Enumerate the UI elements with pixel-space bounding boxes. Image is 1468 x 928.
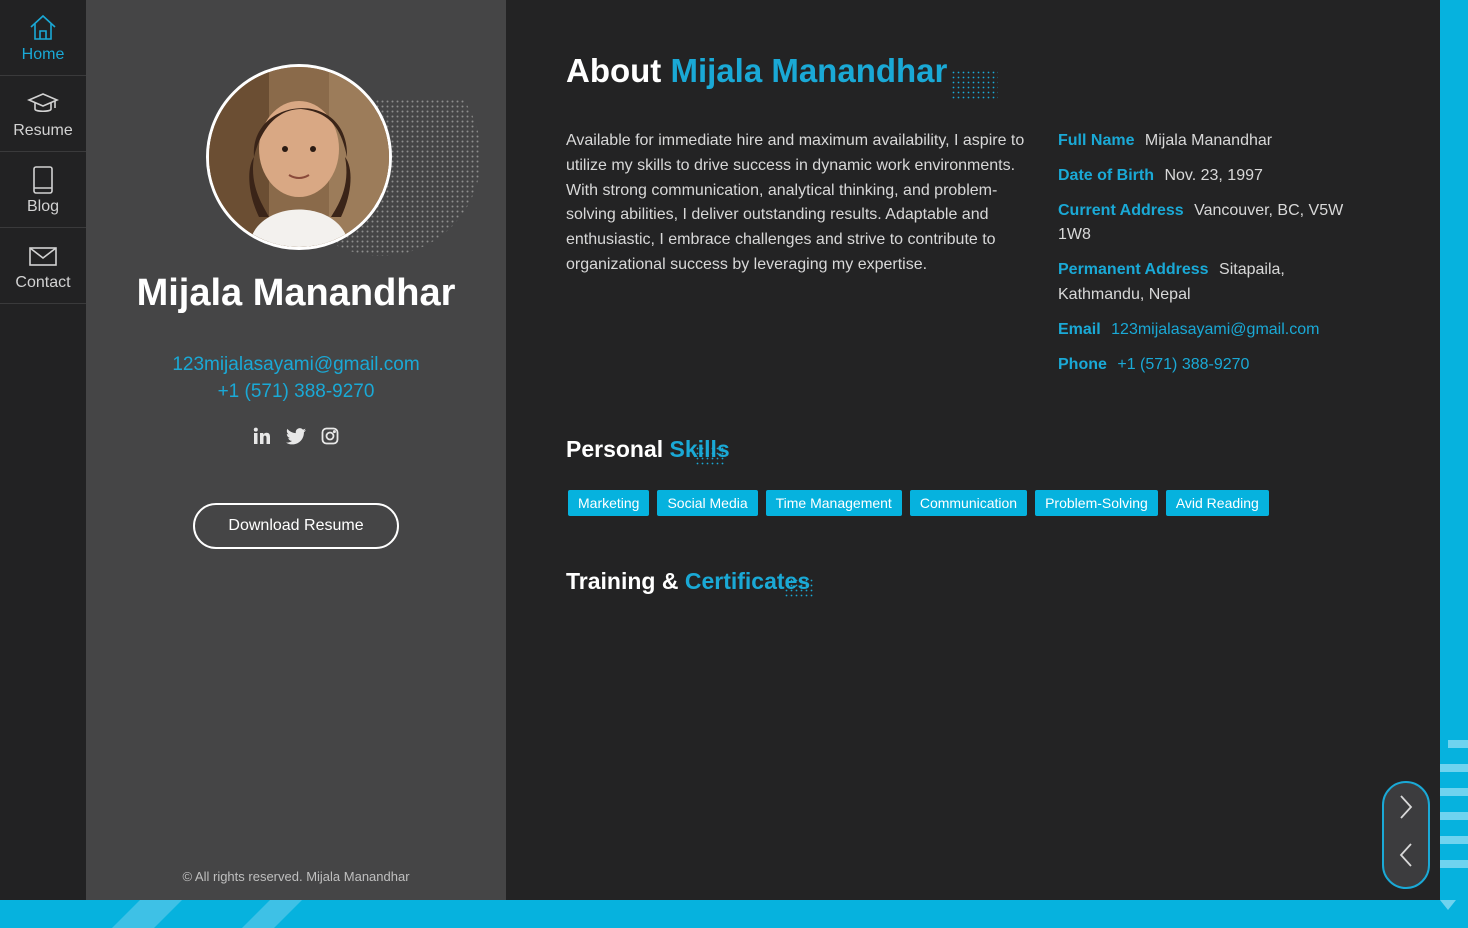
nav-label-resume: Resume [13,121,73,139]
profile-email-link[interactable]: 123mijalasayami@gmail.com [86,354,506,376]
nav-item-blog[interactable]: Blog [0,152,86,228]
certificates-title-prefix: Training & [566,568,679,594]
about-description: Available for immediate hire and maximum… [566,132,1025,273]
nav-item-home[interactable]: Home [0,0,86,76]
nav-item-resume[interactable]: Resume [0,76,86,152]
profile-name: Mijala Manandhar [136,272,456,314]
skill-tag: Avid Reading [1165,490,1269,516]
profile-phone-link[interactable]: +1 (571) 388-9270 [86,381,506,403]
about-title-accent: Mijala Manandhar [670,52,948,89]
previous-page-button[interactable] [1384,831,1428,879]
chevron-right-icon [1400,795,1413,819]
profile-sidebar: Mijala Manandhar 123mijalasayami@gmail.c… [86,0,506,900]
info-label-full-name: Full Name [1058,132,1135,149]
skill-tag: Time Management [765,490,902,516]
about-title: About Mijala Manandhar [566,52,947,90]
info-label-email: Email [1058,320,1101,338]
nav-label-contact: Contact [15,273,71,291]
social-links [86,425,506,447]
envelope-icon [29,246,57,266]
info-row-full-name: Full Name Mijala Manandhar [1058,129,1358,154]
chevron-left-icon [1399,843,1412,867]
instagram-icon[interactable] [320,425,340,447]
main-content: About Mijala Manandhar Available for imm… [506,0,1440,900]
info-value-full-name: Mijala Manandhar [1144,132,1273,149]
skill-tag: Social Media [657,490,758,516]
frame-decor-stripes [112,900,302,928]
personal-info-list: Full Name Mijala Manandhar Date of Birth… [1058,129,1358,387]
info-row-email: Email 123mijalasayami@gmail.com [1058,318,1358,343]
info-value-email-link[interactable]: 123mijalasayami@gmail.com [1111,321,1319,338]
info-value-dob: Nov. 23, 1997 [1164,166,1263,184]
skill-tag: Marketing [568,490,650,516]
skills-tag-list: Marketing Social Media Time Management C… [568,490,1269,516]
info-label-current-address: Current Address [1058,201,1184,219]
info-row-permanent-address: Permanent Address Sitapaila, Kathmandu, … [1058,258,1358,308]
title-dot-decor [696,447,724,465]
graduation-cap-icon [27,92,59,112]
download-resume-button[interactable]: Download Resume [193,503,399,549]
nav-item-contact[interactable]: Contact [0,228,86,304]
profile-photo [206,64,392,250]
home-icon [30,14,56,40]
info-label-dob: Date of Birth [1058,166,1154,184]
twitter-icon[interactable] [286,425,306,447]
info-label-phone: Phone [1058,355,1107,373]
info-row-current-address: Current Address Vancouver, BC, V5W 1W8 [1058,199,1358,249]
certificates-title: Training & Certificates [566,568,810,595]
skills-title-prefix: Personal [566,436,664,462]
linkedin-icon[interactable] [252,425,272,447]
title-dot-decor [785,579,813,597]
frame-decor-right-stripes [1440,740,1468,910]
info-label-permanent-address: Permanent Address [1058,261,1209,279]
info-row-phone: Phone +1 (571) 388-9270 [1058,353,1358,378]
info-row-dob: Date of Birth Nov. 23, 1997 [1058,164,1358,189]
nav-label-home: Home [21,45,65,63]
book-icon [33,165,53,194]
skill-tag: Problem-Solving [1035,490,1158,516]
page-navigation-control [1382,781,1430,889]
skill-tag: Communication [909,490,1028,516]
next-page-button[interactable] [1384,783,1428,831]
title-dot-decor [952,71,998,99]
side-navigation: Home Resume Blog Contact [0,0,86,900]
info-value-phone-link[interactable]: +1 (571) 388-9270 [1117,356,1249,373]
copyright-text: © All rights reserved. Mijala Manandhar [182,869,410,884]
nav-label-blog: Blog [26,197,60,215]
about-title-prefix: About [566,52,662,89]
